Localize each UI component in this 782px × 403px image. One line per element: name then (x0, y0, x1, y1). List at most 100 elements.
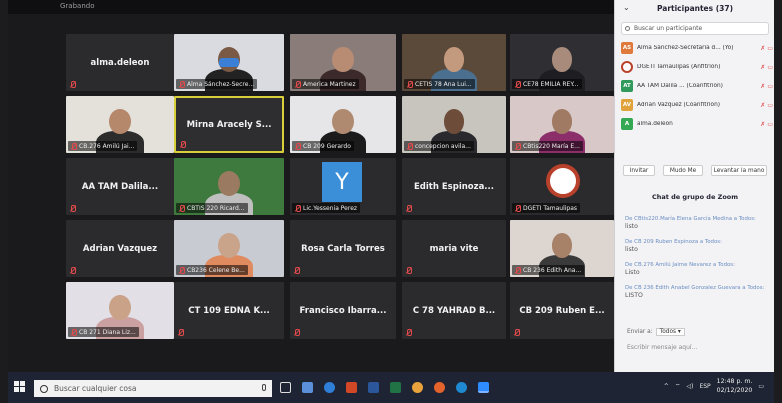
participant-tile[interactable]: America Martinez (290, 34, 396, 91)
muted-mic-icon[interactable]: ✗ (760, 64, 765, 71)
chat-message-sender: De CB 209 Ruben Espinoza a Todos: (625, 239, 722, 245)
clock-time: 12:48 p. m. (716, 378, 753, 385)
edge-icon[interactable] (324, 382, 335, 393)
participant-tile[interactable]: CB.276 Amilú Jai... (66, 96, 174, 153)
monitor-bezel-left (0, 0, 8, 403)
participant-search-input[interactable]: Buscar un participante (621, 22, 769, 35)
participant-row[interactable]: AT AA TAM Dalila ... (Coanfitrión) ✗ ▭ (621, 78, 773, 94)
participant-label: CB236 Celene Be... (176, 265, 248, 275)
participant-label-text: Alma Sánchez-Secre... (187, 80, 255, 88)
taskbar-search-input[interactable]: Buscar cualquier cosa (34, 380, 272, 397)
participant-row[interactable]: Aalma.deleon ✗ ▭ (621, 116, 773, 132)
chat-message: De CB 236 Edith Anabel Gonzalez Guevara … (625, 284, 770, 300)
participant-tile[interactable]: Adrian Vazquez (66, 220, 174, 277)
chrome-icon[interactable] (412, 382, 423, 393)
send-to-select[interactable]: Todos ▾ (655, 328, 685, 336)
participant-tile[interactable]: Rosa Carla Torres (290, 220, 396, 277)
avatar: AV (621, 99, 633, 111)
participant-row-name: DGETI Tamaulipas (Anfitrión) (637, 64, 721, 70)
participant-label: Lic.Yessenia Perez (292, 203, 361, 213)
participant-tile[interactable]: CT 109 EDNA K... (174, 282, 284, 339)
video-off-icon[interactable]: ▭ (767, 45, 773, 52)
muted-mic-icon[interactable]: ✗ (760, 83, 765, 90)
participant-tile[interactable]: CB236 Celene Be... (174, 220, 284, 277)
windows-start-icon[interactable] (14, 381, 26, 393)
chat-input[interactable]: Escribir mensaje aquí... (627, 344, 697, 351)
edge-chromium-icon[interactable] (456, 382, 467, 393)
participant-tile[interactable]: Francisco Ibarra... (290, 282, 396, 339)
windows-taskbar: Buscar cualquier cosa ^ ⌔ ◁) ESP 12:48 p… (8, 372, 774, 403)
raise-hand-button[interactable]: Levantar la mano (711, 165, 767, 176)
participant-label-text: CB 209 Gerardo (303, 142, 351, 150)
participant-tile[interactable]: C 78 YAHRAD B... (402, 282, 506, 339)
avatar-letter: Y (322, 162, 362, 202)
muted-mic-icon (515, 80, 521, 88)
invite-button[interactable]: Invitar (623, 165, 655, 176)
participant-tile[interactable]: Edith Espinoza... (402, 158, 506, 215)
participant-tile[interactable]: concepcion avila... (402, 96, 506, 153)
participant-tile[interactable]: CETIS 78 Ana Lui... (402, 34, 506, 91)
firefox-icon[interactable] (434, 382, 445, 393)
participant-tile[interactable]: Y Lic.Yessenia Perez (290, 158, 396, 215)
muted-mic-icon[interactable]: ✗ (760, 121, 765, 128)
participant-tile[interactable]: DGETI Tamaulipas (510, 158, 614, 215)
participant-tile[interactable]: CBTIS 220 Ricard... (174, 158, 284, 215)
taskbar-search-placeholder: Buscar cualquier cosa (54, 384, 137, 393)
microphone-icon[interactable] (262, 384, 266, 391)
participant-label-text: CB236 Celene Be... (187, 266, 245, 274)
participant-tile[interactable]: Mirna Aracely S... (174, 96, 284, 153)
participant-name: Edith Espinoza... (413, 181, 494, 192)
muted-mic-icon[interactable]: ✗ (760, 102, 765, 109)
participant-search-placeholder: Buscar un participante (634, 25, 703, 32)
participant-label: America Martinez (292, 79, 359, 89)
muted-mic-icon (180, 141, 186, 148)
video-off-icon[interactable]: ▭ (767, 83, 773, 90)
participant-label-text: CBTIS 220 Ricard... (187, 204, 245, 212)
excel-icon[interactable] (390, 382, 401, 393)
participant-tile[interactable]: CBtis220 María E... (510, 96, 614, 153)
volume-icon[interactable]: ◁) (686, 383, 693, 390)
participant-tile[interactable]: maria vite (402, 220, 506, 277)
participant-name: C 78 YAHRAD B... (412, 305, 496, 316)
muted-mic-icon (71, 142, 77, 150)
participant-row-name: alma.deleon (637, 121, 673, 127)
powerpoint-icon[interactable] (346, 382, 357, 393)
participant-row[interactable]: DGETI Tamaulipas (Anfitrión) ✗ ▭ (621, 59, 773, 75)
muted-mic-icon[interactable]: ✗ (760, 45, 765, 52)
task-view-icon[interactable] (280, 382, 291, 393)
video-off-icon[interactable]: ▭ (767, 102, 773, 109)
word-icon[interactable] (368, 382, 379, 393)
muted-mic-icon (406, 329, 412, 336)
participant-tile[interactable]: CB 209 Gerardo (290, 96, 396, 153)
participant-tile[interactable]: CB 271 Diana Liz... (66, 282, 174, 339)
participant-row[interactable]: AS Alma Sánchez-Secretaría d... (Yo) ✗ ▭ (621, 40, 773, 56)
participant-tile[interactable]: AA TAM Dalila... (66, 158, 174, 215)
participant-label-text: CB 236 Edith Ana... (523, 266, 582, 274)
send-to-label: Enviar a: (627, 329, 653, 335)
participant-name: Rosa Carla Torres (301, 243, 385, 254)
participant-tile[interactable]: CB 236 Edith Ana... (510, 220, 614, 277)
file-explorer-icon[interactable] (302, 382, 313, 393)
participant-tile[interactable]: CE78 EMILIA REY... (510, 34, 614, 91)
participant-row[interactable]: AV Adrian Vazquez (Coanfitrión) ✗ ▭ (621, 97, 773, 113)
clock[interactable]: 12:48 p. m. 02/12/2020 (717, 377, 753, 395)
muted-mic-icon (295, 142, 301, 150)
muted-mic-icon (515, 142, 521, 150)
chat-message-text: LISTO (625, 292, 643, 299)
video-off-icon[interactable]: ▭ (767, 64, 773, 71)
participants-title: Participantes (37) (656, 4, 734, 13)
notifications-icon[interactable]: ▭ (758, 383, 764, 390)
participant-label-text: CB.276 Amilú Jai... (79, 142, 135, 150)
network-icon[interactable]: ⌔ (675, 382, 681, 390)
screen: Grabando alma.deleon Alma Sánchez-Secre..… (8, 0, 774, 403)
chevron-up-icon[interactable]: ^ (664, 383, 669, 390)
video-off-icon[interactable]: ▭ (767, 121, 773, 128)
participant-tile[interactable]: Alma Sánchez-Secre... (174, 34, 284, 91)
chat-message: De CB 209 Ruben Espinoza a Todos: listo (625, 238, 770, 254)
muted-mic-icon (406, 267, 412, 274)
language-indicator[interactable]: ESP (699, 383, 710, 390)
mute-all-button[interactable]: Mudo Me (663, 165, 703, 176)
participant-tile[interactable]: CB 209 Ruben E... (510, 282, 614, 339)
participant-tile[interactable]: alma.deleon (66, 34, 174, 91)
zoom-app-icon[interactable] (478, 382, 489, 393)
